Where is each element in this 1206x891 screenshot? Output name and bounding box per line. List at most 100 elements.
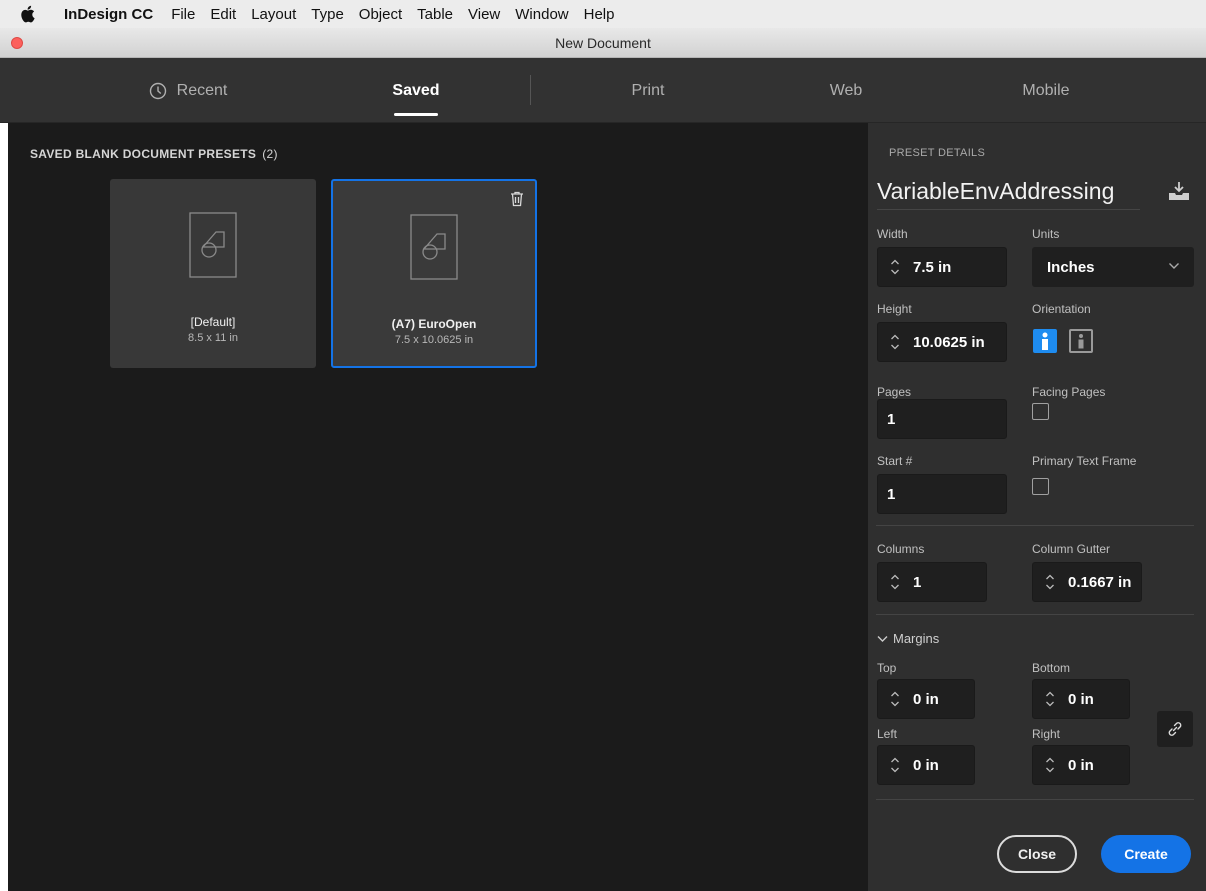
chevron-down-icon	[1169, 263, 1179, 269]
save-preset-icon[interactable]	[1168, 181, 1190, 201]
menu-edit[interactable]: Edit	[210, 6, 236, 23]
start-label: Start #	[877, 454, 913, 468]
window-title: New Document	[555, 34, 651, 51]
tab-web[interactable]: Web	[796, 58, 896, 123]
tab-recent-label: Recent	[176, 81, 228, 99]
margin-top-value[interactable]: 0 in	[913, 691, 939, 708]
units-value: Inches	[1047, 258, 1095, 276]
stepper-arrows-icon[interactable]	[885, 257, 905, 277]
preset-name-input[interactable]: VariableEnvAddressing	[877, 178, 1140, 210]
facing-pages-label: Facing Pages	[1032, 385, 1106, 399]
preset-details-panel: PRESET DETAILS VariableEnvAddressing Wid…	[868, 123, 1206, 891]
column-gutter-label: Column Gutter	[1032, 542, 1111, 556]
margin-top-label: Top	[877, 661, 897, 675]
stepper-arrows-icon[interactable]	[1040, 755, 1060, 775]
stepper-arrows-icon[interactable]	[1040, 572, 1060, 592]
columns-stepper[interactable]: 1	[877, 562, 987, 602]
preset-card-default[interactable]: [Default] 8.5 x 11 in	[110, 179, 316, 368]
window-close-button[interactable]	[11, 37, 23, 49]
category-tab-bar: Recent Saved Print Web Mobile	[0, 58, 1206, 123]
column-gutter-value[interactable]: 0.1667 in	[1068, 574, 1131, 591]
menu-file[interactable]: File	[171, 6, 195, 23]
stepper-arrows-icon[interactable]	[885, 332, 905, 352]
width-stepper[interactable]: 7.5 in	[877, 247, 1007, 287]
menu-object[interactable]: Object	[359, 6, 402, 23]
preset-card-euroopen[interactable]: (A7) EuroOpen 7.5 x 10.0625 in	[331, 179, 537, 368]
presets-count: (2)	[262, 147, 278, 161]
preset-size: 8.5 x 11 in	[188, 332, 238, 344]
tab-divider	[530, 75, 531, 105]
margin-bottom-stepper[interactable]: 0 in	[1032, 679, 1130, 719]
document-icon	[189, 212, 237, 278]
margin-left-stepper[interactable]: 0 in	[877, 745, 975, 785]
stepper-arrows-icon[interactable]	[885, 755, 905, 775]
pages-label: Pages	[877, 385, 912, 399]
tab-mobile-label: Mobile	[1022, 81, 1070, 99]
tab-recent[interactable]: Recent	[98, 58, 278, 123]
window-title-bar: New Document	[0, 28, 1206, 58]
menu-view[interactable]: View	[468, 6, 500, 23]
units-label: Units	[1032, 227, 1060, 241]
close-button[interactable]: Close	[997, 835, 1077, 873]
start-page-input[interactable]: 1	[877, 474, 1007, 514]
menu-help[interactable]: Help	[584, 6, 615, 23]
width-label: Width	[877, 227, 908, 241]
tab-saved-label: Saved	[392, 81, 440, 99]
primary-text-frame-label: Primary Text Frame	[1032, 454, 1137, 468]
margins-section-toggle[interactable]: Margins	[877, 631, 939, 646]
columns-value[interactable]: 1	[913, 574, 921, 591]
trash-icon[interactable]	[510, 191, 524, 207]
tab-mobile[interactable]: Mobile	[996, 58, 1096, 123]
margin-right-label: Right	[1032, 727, 1061, 741]
margin-right-value[interactable]: 0 in	[1068, 757, 1094, 774]
columns-label: Columns	[877, 542, 925, 556]
column-gutter-stepper[interactable]: 0.1667 in	[1032, 562, 1142, 602]
link-icon	[1168, 722, 1182, 736]
portrait-orientation-icon[interactable]	[1033, 329, 1057, 353]
presets-panel: SAVED BLANK DOCUMENT PRESETS (2) [Default…	[8, 123, 868, 891]
section-divider	[876, 525, 1194, 526]
clock-icon	[149, 82, 167, 100]
apple-icon[interactable]	[20, 5, 36, 23]
margin-left-value[interactable]: 0 in	[913, 757, 939, 774]
landscape-orientation-icon[interactable]	[1069, 329, 1093, 353]
chevron-down-icon	[877, 635, 888, 642]
height-stepper[interactable]: 10.0625 in	[877, 322, 1007, 362]
pages-value[interactable]: 1	[878, 411, 895, 428]
primary-text-frame-checkbox[interactable]	[1032, 478, 1049, 495]
margin-left-label: Left	[877, 727, 898, 741]
margin-top-stepper[interactable]: 0 in	[877, 679, 975, 719]
tab-saved[interactable]: Saved	[366, 58, 466, 123]
link-margins-button[interactable]	[1157, 711, 1193, 747]
stepper-arrows-icon[interactable]	[1040, 689, 1060, 709]
preset-name: [Default]	[190, 315, 236, 329]
menu-bar: InDesign CC File Edit Layout Type Object…	[0, 0, 1206, 28]
margin-right-stepper[interactable]: 0 in	[1032, 745, 1130, 785]
orientation-label: Orientation	[1032, 302, 1091, 316]
height-value[interactable]: 10.0625 in	[913, 334, 985, 351]
section-divider	[876, 799, 1194, 800]
height-label: Height	[877, 302, 912, 316]
margin-bottom-value[interactable]: 0 in	[1068, 691, 1094, 708]
pages-input[interactable]: 1	[877, 399, 1007, 439]
facing-pages-checkbox[interactable]	[1032, 403, 1049, 420]
menu-table[interactable]: Table	[417, 6, 453, 23]
menu-type[interactable]: Type	[311, 6, 344, 23]
tab-print[interactable]: Print	[598, 58, 698, 123]
width-value[interactable]: 7.5 in	[913, 259, 951, 276]
margin-bottom-label: Bottom	[1032, 661, 1071, 675]
stepper-arrows-icon[interactable]	[885, 572, 905, 592]
app-menu[interactable]: InDesign CC	[64, 6, 153, 23]
units-dropdown[interactable]: Inches	[1032, 247, 1194, 287]
preset-details-heading: PRESET DETAILS	[889, 147, 986, 159]
menu-layout[interactable]: Layout	[251, 6, 296, 23]
document-icon	[410, 214, 458, 280]
tab-web-label: Web	[829, 81, 863, 99]
start-value[interactable]: 1	[878, 486, 895, 503]
create-button[interactable]: Create	[1101, 835, 1191, 873]
margins-label: Margins	[893, 631, 940, 646]
stepper-arrows-icon[interactable]	[885, 689, 905, 709]
tab-print-label: Print	[631, 81, 665, 99]
preset-size: 7.5 x 10.0625 in	[394, 334, 474, 346]
menu-window[interactable]: Window	[515, 6, 568, 23]
